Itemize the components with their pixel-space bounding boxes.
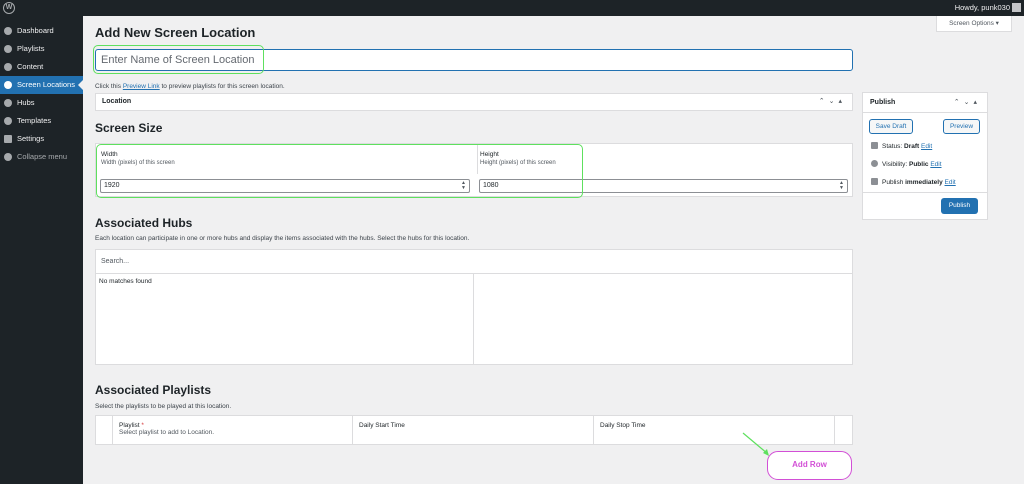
- status-label: Status:: [882, 143, 905, 150]
- playlists-heading: Associated Playlists: [95, 383, 212, 397]
- sidebar-item-playlists[interactable]: Playlists: [0, 40, 83, 58]
- publish-metabox: Publish ⌃⌄▴ Save Draft Preview Status: D…: [862, 92, 988, 220]
- hubs-search-input[interactable]: Search...: [96, 250, 852, 274]
- gear-icon: [4, 117, 12, 125]
- hubs-heading: Associated Hubs: [95, 216, 193, 230]
- gear-icon: [4, 99, 12, 107]
- admin-bar: W Howdy, punk030: [0, 0, 1024, 16]
- hubs-desc: Each location can participate in one or …: [95, 235, 470, 242]
- gear-icon: [4, 81, 12, 89]
- sidebar-item-label: Content: [17, 62, 44, 71]
- divider: [863, 192, 987, 193]
- edit-status-link[interactable]: Edit: [921, 143, 932, 150]
- preview-note-text: to preview playlists for this screen loc…: [159, 83, 285, 90]
- schedule-row: Publish immediately Edit: [871, 178, 956, 186]
- howdy-user[interactable]: Howdy, punk030: [955, 3, 1010, 12]
- edit-visibility-link[interactable]: Edit: [930, 161, 941, 168]
- eye-icon: [871, 160, 878, 167]
- pin-icon: [871, 142, 878, 149]
- visibility-row: Visibility: Public Edit: [871, 160, 942, 168]
- annotation-arrow-icon: [742, 432, 769, 456]
- sidebar-item-label: Hubs: [17, 98, 35, 107]
- hubs-available-list[interactable]: No matches found: [96, 274, 474, 364]
- avatar[interactable]: [1012, 3, 1021, 12]
- sidebar-item-dashboard[interactable]: Dashboard: [0, 22, 83, 40]
- height-label: Height: [480, 151, 499, 158]
- divider: [477, 144, 478, 174]
- column-actions: [834, 416, 852, 444]
- admin-sidebar: Dashboard Playlists Content Screen Locat…: [0, 16, 83, 484]
- sidebar-item-settings[interactable]: Settings: [0, 130, 83, 148]
- spinner-icon[interactable]: ▲ ▼: [839, 181, 844, 191]
- metabox-arrows-icon[interactable]: ⌃⌄▴: [954, 93, 981, 113]
- metabox-arrows-icon[interactable]: ⌃⌄▴: [819, 94, 846, 110]
- schedule-value: immediately: [905, 179, 943, 186]
- save-draft-button[interactable]: Save Draft: [869, 119, 913, 134]
- height-desc: Height (pixels) of this screen: [480, 160, 556, 166]
- add-row-button[interactable]: Add Row: [767, 451, 852, 480]
- collapse-menu-button[interactable]: Collapse menu: [0, 148, 83, 166]
- column-label: Playlist: [119, 422, 140, 429]
- column-playlist: Playlist * Select playlist to add to Loc…: [112, 416, 350, 444]
- sidebar-item-label: Screen Locations: [17, 80, 75, 89]
- no-matches-text: No matches found: [99, 278, 152, 285]
- sidebar-item-label: Playlists: [17, 44, 45, 53]
- wordpress-logo-icon[interactable]: W: [3, 2, 15, 14]
- column-stop-time: Daily Stop Time: [593, 416, 834, 444]
- width-input[interactable]: 1920 ▲ ▼: [100, 179, 470, 193]
- status-value: Draft: [904, 143, 920, 150]
- width-value: 1920: [104, 182, 120, 189]
- screen-size-heading: Screen Size: [95, 121, 163, 135]
- height-input[interactable]: 1080 ▲ ▼: [479, 179, 848, 193]
- collapse-icon: [4, 153, 12, 161]
- page-title: Add New Screen Location: [95, 25, 256, 40]
- preview-note: Click this Preview Link to preview playl…: [95, 83, 285, 90]
- spinner-icon[interactable]: ▲ ▼: [461, 181, 466, 191]
- sidebar-item-templates[interactable]: Templates: [0, 112, 83, 130]
- playlists-table: Playlist * Select playlist to add to Loc…: [95, 415, 853, 445]
- hubs-picker: Search... No matches found: [95, 249, 853, 365]
- location-label: Location: [102, 98, 132, 105]
- publish-title: Publish: [870, 99, 896, 106]
- width-desc: Width (pixels) of this screen: [101, 160, 175, 166]
- settings-icon: [4, 135, 12, 143]
- column-start-time: Daily Start Time: [352, 416, 593, 444]
- sidebar-item-label: Collapse menu: [17, 152, 68, 161]
- publish-button[interactable]: Publish: [941, 198, 978, 214]
- screen-options-button[interactable]: Screen Options ▾: [936, 16, 1012, 32]
- gear-icon: [4, 63, 12, 71]
- screen-size-box: Width Width (pixels) of this screen 1920…: [95, 143, 853, 197]
- sidebar-item-screen-locations[interactable]: Screen Locations: [0, 76, 83, 94]
- gear-icon: [4, 45, 12, 53]
- sidebar-item-label: Templates: [17, 116, 52, 125]
- status-row: Status: Draft Edit: [871, 142, 932, 150]
- playlists-desc: Select the playlists to be played at thi…: [95, 403, 232, 410]
- sidebar-item-content[interactable]: Content: [0, 58, 83, 76]
- preview-link[interactable]: Preview Link: [123, 83, 160, 90]
- dashboard-icon: [4, 27, 12, 35]
- column-desc: Select playlist to add to Location.: [119, 429, 215, 436]
- height-value: 1080: [483, 182, 499, 189]
- sidebar-item-label: Dashboard: [17, 26, 54, 35]
- preview-button[interactable]: Preview: [943, 119, 980, 134]
- location-name-input[interactable]: Enter Name of Screen Location: [95, 49, 853, 71]
- required-marker: *: [141, 422, 144, 429]
- publish-header[interactable]: Publish ⌃⌄▴: [863, 93, 987, 113]
- schedule-label: Publish: [882, 179, 906, 186]
- visibility-label: Visibility:: [882, 161, 909, 168]
- sidebar-item-hubs[interactable]: Hubs: [0, 94, 83, 112]
- edit-schedule-link[interactable]: Edit: [945, 179, 956, 186]
- sidebar-item-label: Settings: [17, 134, 45, 143]
- visibility-value: Public: [908, 161, 929, 168]
- calendar-icon: [871, 178, 878, 185]
- location-metabox-header[interactable]: Location ⌃⌄▴: [95, 93, 853, 111]
- preview-note-text: Click this: [95, 83, 123, 90]
- width-label: Width: [101, 151, 118, 158]
